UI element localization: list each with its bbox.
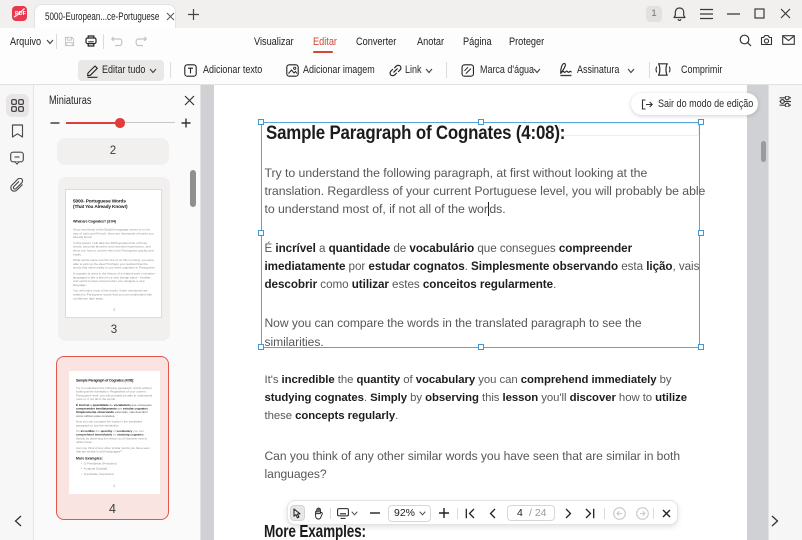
svg-text:PDF: PDF — [15, 11, 27, 17]
